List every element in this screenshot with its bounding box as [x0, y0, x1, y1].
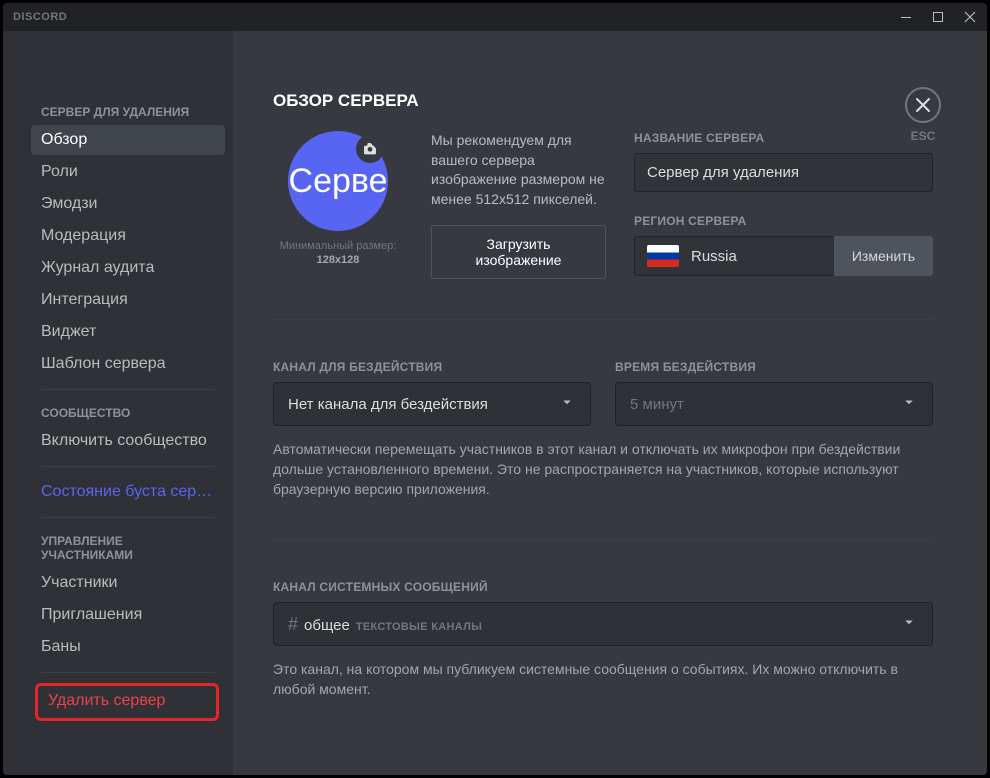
change-region-button[interactable]: Изменить [834, 236, 933, 276]
server-icon-preview[interactable]: Серве [288, 131, 388, 231]
system-channel-label: КАНАЛ СИСТЕМНЫХ СООБЩЕНИЙ [273, 580, 933, 594]
russia-flag-icon [647, 245, 679, 267]
sidebar-item-members[interactable]: Участники [31, 568, 225, 598]
upload-image-icon [356, 135, 384, 163]
chevron-down-icon [558, 393, 576, 415]
sidebar-item-audit-log[interactable]: Журнал аудита [31, 253, 225, 283]
afk-channel-select[interactable]: Нет канала для бездействия [273, 382, 591, 426]
sidebar-item-delete-server[interactable]: Удалить сервер [38, 686, 216, 716]
page-title: ОБЗОР СЕРВЕРА [273, 91, 933, 111]
afk-timeout-label: ВРЕМЯ БЕЗДЕЙСТВИЯ [615, 360, 933, 374]
sidebar-section-user-mgmt: УПРАВЛЕНИЕ УЧАСТНИКАМИ [31, 528, 225, 568]
sidebar-item-overview[interactable]: Обзор [31, 125, 225, 155]
hash-icon: # [288, 614, 298, 635]
system-channel-help: Это канал, на котором мы публикуем систе… [273, 660, 933, 699]
sidebar-item-enable-community[interactable]: Включить сообщество [31, 426, 225, 456]
afk-channel-label: КАНАЛ ДЛЯ БЕЗДЕЙСТВИЯ [273, 360, 591, 374]
server-name-input[interactable] [634, 153, 933, 192]
sidebar-section-community: СООБЩЕСТВО [31, 400, 225, 426]
region-display: Russia [634, 236, 834, 276]
app-window: DISCORD СЕРВЕР ДЛЯ УДАЛЕНИЯ Обзор Роли Э… [3, 3, 987, 775]
afk-channel-value: Нет канала для бездействия [288, 396, 488, 413]
sidebar-item-moderation[interactable]: Модерация [31, 221, 225, 251]
sidebar-item-boost-status[interactable]: Состояние буста серв... [31, 477, 225, 507]
afk-timeout-select[interactable]: 5 минут [615, 382, 933, 426]
close-label: ESC [911, 129, 936, 143]
sidebar-item-emoji[interactable]: Эмодзи [31, 189, 225, 219]
app-logo: DISCORD [13, 11, 67, 23]
sidebar-item-template[interactable]: Шаблон сервера [31, 349, 225, 379]
sidebar-item-roles[interactable]: Роли [31, 157, 225, 187]
server-region-label: РЕГИОН СЕРВЕРА [634, 214, 933, 228]
sidebar-item-widget[interactable]: Виджет [31, 317, 225, 347]
system-channel-name: общее [304, 617, 350, 634]
afk-timeout-value: 5 минут [630, 396, 684, 413]
titlebar: DISCORD [3, 3, 987, 31]
sidebar-item-invites[interactable]: Приглашения [31, 600, 225, 630]
system-channel-category: ТЕКСТОВЫЕ КАНАЛЫ [356, 621, 482, 633]
window-controls [899, 10, 977, 24]
settings-sidebar: СЕРВЕР ДЛЯ УДАЛЕНИЯ Обзор Роли Эмодзи Мо… [3, 31, 233, 775]
settings-content: ESC ОБЗОР СЕРВЕРА Серве Минимальный разм… [233, 31, 987, 775]
delete-server-highlight: Удалить сервер [35, 683, 219, 721]
region-name: Russia [691, 248, 737, 265]
server-name-label: НАЗВАНИЕ СЕРВЕРА [634, 131, 933, 145]
sidebar-item-bans[interactable]: Баны [31, 632, 225, 662]
minimize-button[interactable] [899, 10, 913, 24]
upload-image-button[interactable]: Загрузить изображение [431, 225, 606, 279]
chevron-down-icon [900, 393, 918, 415]
maximize-button[interactable] [931, 10, 945, 24]
afk-help-text: Автоматически перемещать участников в эт… [273, 440, 933, 499]
sidebar-item-integrations[interactable]: Интеграция [31, 285, 225, 315]
icon-recommendation: Мы рекомендуем для вашего сервера изобра… [431, 131, 606, 209]
min-size-hint: Минимальный размер: 128x128 [273, 239, 403, 268]
chevron-down-icon [900, 613, 918, 635]
close-icon [905, 87, 941, 123]
close-settings-button[interactable]: ESC [905, 87, 941, 143]
sidebar-section-server: СЕРВЕР ДЛЯ УДАЛЕНИЯ [31, 99, 225, 125]
server-icon-text: Серве [289, 162, 388, 201]
close-window-button[interactable] [963, 10, 977, 24]
system-channel-select[interactable]: # общее ТЕКСТОВЫЕ КАНАЛЫ [273, 602, 933, 646]
